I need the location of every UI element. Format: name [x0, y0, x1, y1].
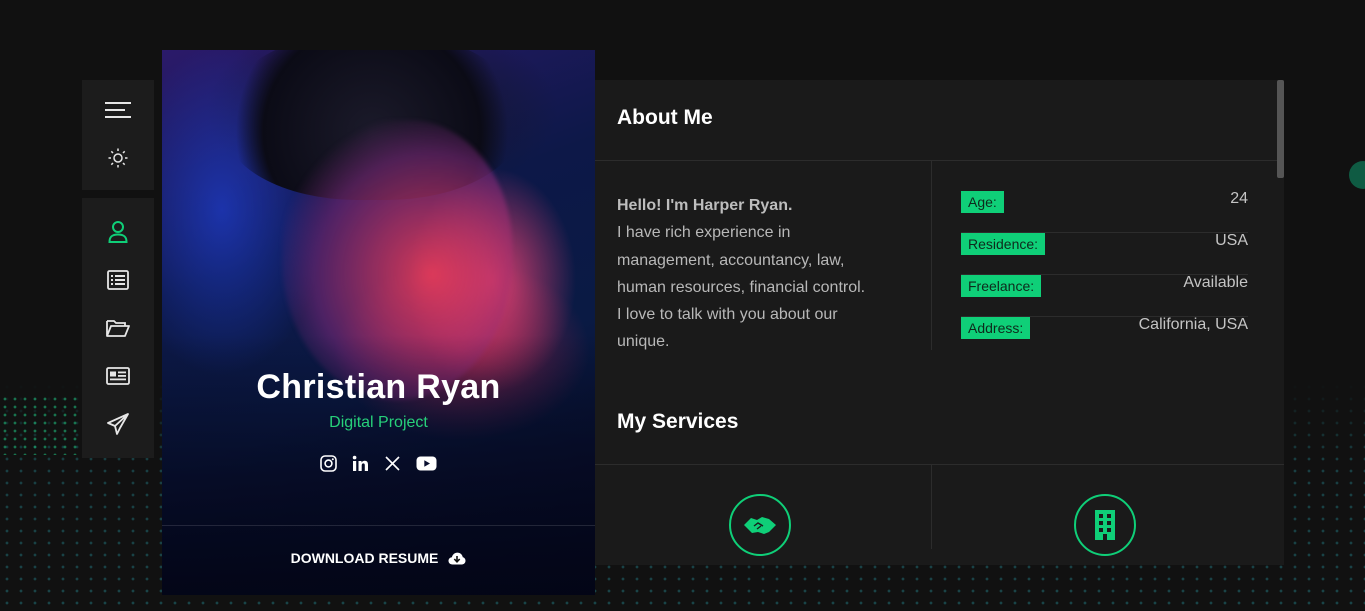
- sidebar-nav: [82, 198, 154, 458]
- info-value: Available: [1183, 274, 1248, 291]
- send-icon: [107, 413, 129, 435]
- about-column-divider: [931, 160, 932, 350]
- theme-toggle-button[interactable]: [82, 138, 154, 178]
- sidebar-item-resume[interactable]: [82, 260, 154, 300]
- services-column-divider: [931, 464, 932, 549]
- panel-scrollbar[interactable]: [1277, 80, 1284, 178]
- youtube-link[interactable]: [416, 454, 438, 472]
- news-icon: [106, 367, 130, 385]
- about-text: Hello! I'm Harper Ryan. I have rich expe…: [617, 192, 917, 356]
- instagram-link[interactable]: [320, 454, 338, 472]
- menu-icon: [105, 102, 131, 118]
- profile-card: Christian Ryan Digital Project DOWNLOAD …: [162, 50, 595, 595]
- services-divider: [595, 464, 1284, 465]
- about-line: I love to talk with you about our: [617, 306, 838, 324]
- sidebar-item-about[interactable]: [82, 212, 154, 252]
- user-icon: [108, 221, 128, 243]
- about-divider: [595, 160, 1284, 161]
- download-resume-button[interactable]: DOWNLOAD RESUME: [162, 550, 595, 566]
- edge-decoration: [1349, 161, 1365, 189]
- services-title: My Services: [617, 410, 739, 433]
- info-row-freelance: Freelance: Available: [961, 274, 1248, 317]
- info-value: California, USA: [1138, 316, 1248, 333]
- info-row-age: Age: 24: [961, 190, 1248, 233]
- sidebar-item-contact[interactable]: [82, 404, 154, 444]
- sidebar-item-portfolio[interactable]: [82, 308, 154, 348]
- x-icon: [385, 455, 400, 471]
- folder-icon: [106, 320, 130, 337]
- info-label: Freelance:: [961, 275, 1042, 297]
- linkedin-icon: [352, 455, 368, 471]
- about-line: management, accountancy, law,: [617, 251, 845, 269]
- card-divider: [162, 525, 595, 526]
- instagram-icon: [320, 454, 337, 472]
- resume-icon: [107, 270, 129, 290]
- building-icon: [1095, 510, 1115, 540]
- profile-role: Digital Project: [329, 414, 428, 431]
- handshake-icon: [744, 517, 776, 534]
- info-label: Address:: [961, 317, 1031, 339]
- content-panel: About Me Hello! I'm Harper Ryan. I have …: [595, 80, 1284, 565]
- about-line: unique.: [617, 333, 670, 351]
- cloud-download-icon: [448, 552, 466, 564]
- service-item: [1074, 494, 1136, 556]
- sidebar-top: [82, 80, 154, 190]
- info-value: 24: [1230, 190, 1248, 207]
- about-greeting: Hello! I'm Harper Ryan.: [617, 197, 793, 214]
- info-row-residence: Residence: USA: [961, 232, 1248, 275]
- download-resume-label: DOWNLOAD RESUME: [290, 550, 439, 566]
- about-line: human resources, financial control.: [617, 278, 866, 296]
- social-links: [162, 454, 595, 472]
- info-value: USA: [1215, 232, 1248, 249]
- menu-button[interactable]: [82, 90, 154, 130]
- about-line: I have rich experience in: [617, 224, 791, 242]
- youtube-icon: [416, 456, 437, 470]
- service-item: [729, 494, 791, 556]
- linkedin-link[interactable]: [352, 454, 370, 472]
- x-link[interactable]: [384, 454, 402, 472]
- background-dot-accent: [0, 395, 90, 455]
- info-row-address: Address: California, USA: [961, 316, 1248, 359]
- info-label: Residence:: [961, 233, 1046, 255]
- about-title: About Me: [617, 106, 713, 129]
- sun-icon: [108, 148, 128, 168]
- info-label: Age:: [961, 191, 1004, 213]
- sidebar-item-blog[interactable]: [82, 356, 154, 396]
- profile-name: Christian Ryan: [256, 368, 501, 406]
